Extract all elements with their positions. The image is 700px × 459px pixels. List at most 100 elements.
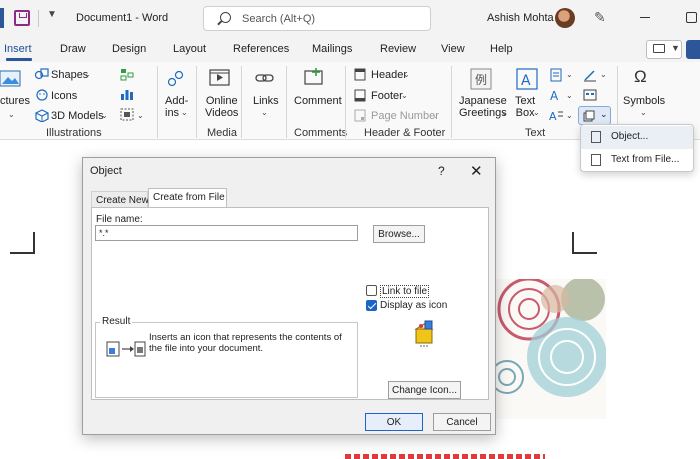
tab-create-new[interactable]: Create New — [91, 191, 149, 208]
page-number-button[interactable]: Page Number — [371, 110, 439, 122]
tab-create-from-file-label: Create from File — [153, 192, 225, 203]
chevron-down-icon: ⌄ — [403, 70, 410, 79]
chevron-down-icon: ⌄ — [401, 91, 408, 100]
tab-draw[interactable]: Draw — [60, 43, 86, 55]
close-icon[interactable]: ✕ — [470, 162, 483, 180]
pictures-icon — [0, 70, 21, 87]
link-to-file-label[interactable]: Link to file — [380, 285, 430, 298]
user-name[interactable]: Ashish Mohta — [487, 12, 554, 24]
tab-create-from-file[interactable]: Create from File — [148, 188, 227, 208]
comment-button[interactable]: Comment — [294, 95, 342, 107]
word-accent-icon — [0, 8, 4, 28]
group-divider — [196, 66, 197, 138]
smartart-icon — [120, 69, 134, 81]
online-videos-button[interactable]: Online Videos — [205, 95, 238, 119]
chevron-down-icon: ⌄ — [8, 110, 15, 119]
footer-button[interactable]: Footer — [371, 90, 403, 102]
toolbar-divider — [38, 10, 39, 27]
menu-item-text-from-file-label: Text from File... — [611, 154, 680, 165]
group-divider — [157, 66, 158, 138]
object-icon — [591, 131, 601, 143]
pictures-button[interactable]: ctures — [0, 95, 30, 107]
object-menu: Object... Text from File... — [580, 124, 694, 172]
tab-layout[interactable]: Layout — [173, 43, 206, 55]
icons-button[interactable]: Icons — [51, 90, 77, 102]
comments-button[interactable]: ▼ — [646, 40, 682, 59]
package-icon — [414, 320, 434, 347]
tab-mailings[interactable]: Mailings — [312, 43, 352, 55]
tab-help[interactable]: Help — [490, 43, 513, 55]
decorative-circles-image — [493, 279, 606, 419]
minimize-icon[interactable] — [640, 17, 650, 18]
shapes-button[interactable]: Shapes — [51, 69, 88, 81]
tab-review[interactable]: Review — [380, 43, 416, 55]
change-icon-button[interactable]: Change Icon... — [388, 381, 461, 399]
svg-text:A: A — [550, 89, 559, 101]
link-icon — [255, 74, 274, 82]
3d-models-button[interactable]: 3D Models — [51, 110, 104, 122]
svg-text:例: 例 — [475, 73, 487, 87]
text-file-icon — [591, 154, 601, 166]
tab-design[interactable]: Design — [112, 43, 146, 55]
header-button[interactable]: Header — [371, 69, 407, 81]
group-divider — [345, 66, 346, 138]
object-dialog: Object ? ✕ Create New Create from File F… — [82, 157, 496, 435]
chevron-down-icon: ⌄ — [181, 108, 188, 117]
chevron-down-icon: ⌄ — [432, 111, 439, 120]
tab-references[interactable]: References — [233, 43, 289, 55]
add-ins-icon — [167, 70, 184, 87]
symbols-button[interactable]: Symbols — [623, 95, 665, 107]
result-label: Result — [100, 316, 133, 327]
tab-view[interactable]: View — [441, 43, 465, 55]
signature-line-icon — [584, 70, 596, 82]
menu-item-object[interactable]: Object... — [581, 126, 693, 149]
margin-marker-left — [10, 232, 35, 254]
chevron-down-icon: ⌄ — [600, 109, 608, 119]
page-number-icon — [354, 109, 366, 122]
help-button[interactable]: ? — [438, 164, 445, 178]
quick-parts-icon — [550, 68, 562, 82]
pen-icon[interactable]: ✎ — [594, 9, 606, 26]
create-from-file-panel: File name: Browse... Link to file Displa… — [91, 207, 489, 400]
margin-marker-right — [572, 232, 597, 254]
svg-text:A: A — [549, 110, 557, 121]
ok-button[interactable]: OK — [365, 413, 423, 431]
share-button[interactable] — [686, 40, 700, 59]
maximize-icon[interactable] — [686, 12, 697, 23]
tab-insert[interactable]: Insert — [4, 43, 32, 55]
date-time-icon — [583, 89, 597, 101]
chevron-down-icon: ⌄ — [640, 108, 647, 117]
group-divider — [241, 66, 242, 138]
link-to-file-checkbox[interactable] — [366, 285, 377, 296]
file-name-label: File name: — [96, 214, 143, 225]
chevron-down-icon: ⌄ — [566, 111, 573, 120]
new-comment-icon — [304, 68, 323, 85]
avatar[interactable] — [555, 8, 575, 28]
search-box[interactable]: Search (Alt+Q) — [203, 6, 431, 31]
object-icon — [583, 110, 595, 122]
comment-icon — [653, 44, 665, 53]
group-divider — [451, 66, 452, 138]
wordart-icon: A — [550, 89, 559, 101]
cancel-button[interactable]: Cancel — [433, 413, 491, 431]
japanese-greetings-icon: 例 — [470, 68, 492, 90]
japanese-greetings-button[interactable]: Japanese Greetings — [459, 95, 507, 119]
object-dropdown-button[interactable]: ⌄ — [578, 106, 611, 125]
display-as-icon-checkbox[interactable] — [366, 300, 377, 311]
save-icon[interactable] — [14, 10, 30, 26]
active-tab-indicator — [6, 58, 32, 61]
menu-item-text-from-file[interactable]: Text from File... — [581, 149, 693, 172]
header-icon — [354, 68, 366, 81]
online-videos-icon — [209, 69, 230, 86]
chevron-down-icon: ⌄ — [566, 91, 573, 100]
file-name-input[interactable] — [95, 225, 358, 241]
text-box-icon: A — [516, 68, 538, 90]
ribbon-tabs: Insert Draw Design Layout References Mai… — [0, 37, 700, 62]
quick-access-chevron-icon[interactable]: ▼ — [47, 9, 57, 20]
result-description: Inserts an icon that represents the cont… — [149, 332, 342, 354]
display-as-icon-label[interactable]: Display as icon — [380, 300, 447, 311]
links-button[interactable]: Links — [253, 95, 279, 107]
omega-icon: Ω — [634, 67, 647, 86]
browse-button[interactable]: Browse... — [373, 225, 425, 243]
document-heading-fragment — [345, 454, 545, 459]
